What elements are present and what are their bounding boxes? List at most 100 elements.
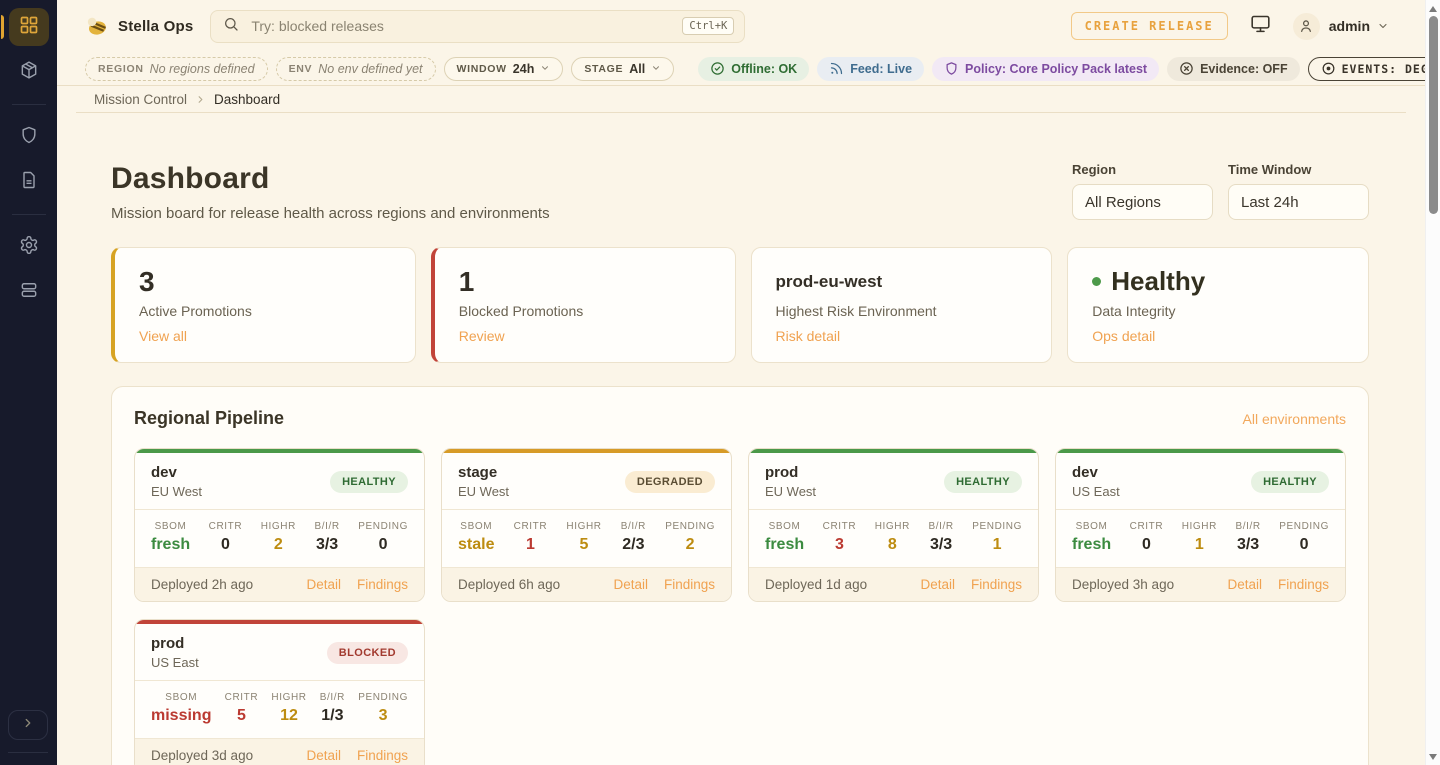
- metric-highr: HIGHR1: [1182, 521, 1217, 554]
- env-card-dev-eu-west: dev EU West HEALTHY SBOMfresh CRITR0 HIG…: [134, 448, 425, 602]
- search-placeholder: Try: blocked releases: [251, 18, 384, 34]
- env-metrics: SBOMfresh CRITR0 HIGHR1 B/I/R3/3 PENDING…: [1056, 509, 1345, 567]
- env-name: prod: [765, 464, 816, 481]
- metric-pending: PENDING1: [972, 521, 1022, 554]
- view-all-link[interactable]: View all: [139, 328, 187, 344]
- window-context-dropdown[interactable]: WINDOW 24h: [444, 57, 564, 81]
- healthy-dot-icon: [1092, 277, 1101, 286]
- policy-status-pill[interactable]: Policy: Core Policy Pack latest: [932, 57, 1159, 81]
- findings-link[interactable]: Findings: [357, 748, 408, 763]
- metric-critr: CRITR3: [823, 521, 857, 554]
- metric-pending: PENDING3: [358, 692, 408, 725]
- blocked-promotions-label: Blocked Promotions: [459, 303, 711, 319]
- findings-link[interactable]: Findings: [1278, 577, 1329, 592]
- time-window-filter: Time Window Last 24h: [1228, 162, 1369, 220]
- stats-row: 3 Active Promotions View all 1 Blocked P…: [111, 247, 1369, 363]
- detail-link[interactable]: Detail: [1227, 577, 1262, 592]
- sidebar-item-dashboard[interactable]: [9, 8, 49, 46]
- sidebar-item-settings[interactable]: [9, 228, 49, 266]
- feed-status-pill[interactable]: Feed: Live: [817, 57, 924, 81]
- dashboard-content: Dashboard Mission board for release heal…: [57, 113, 1425, 765]
- topbar: Stella Ops Try: blocked releases Ctrl+K …: [57, 0, 1425, 52]
- detail-link[interactable]: Detail: [613, 577, 648, 592]
- user-menu[interactable]: admin: [1293, 13, 1389, 40]
- search-shortcut-kbd: Ctrl+K: [682, 17, 734, 35]
- metric-bir: B/I/R2/3: [621, 521, 646, 554]
- sidebar-item-security[interactable]: [9, 118, 49, 156]
- deployed-text: Deployed 3d ago: [151, 748, 253, 763]
- env-region: EU West: [765, 484, 816, 499]
- scrollbar-thumb[interactable]: [1429, 16, 1438, 214]
- metric-highr: HIGHR2: [261, 521, 296, 554]
- active-promotions-label: Active Promotions: [139, 303, 391, 319]
- sidebar-item-releases[interactable]: [9, 53, 49, 91]
- monitor-icon: [1250, 13, 1271, 39]
- search-input[interactable]: Try: blocked releases Ctrl+K: [210, 10, 745, 43]
- env-region: EU West: [458, 484, 509, 499]
- detail-link[interactable]: Detail: [306, 577, 341, 592]
- page-scrollbar[interactable]: [1425, 0, 1440, 765]
- dot-circle-icon: [1321, 61, 1336, 76]
- deployed-text: Deployed 2h ago: [151, 577, 253, 592]
- bee-logo-icon: [83, 12, 111, 40]
- env-card-footer: Deployed 3d ago Detail Findings: [135, 738, 424, 765]
- sidebar-expand-button[interactable]: [8, 710, 48, 740]
- stat-card-blocked-promotions: 1 Blocked Promotions Review: [431, 247, 736, 363]
- findings-link[interactable]: Findings: [357, 577, 408, 592]
- env-title-block: prod EU West: [765, 464, 816, 499]
- risk-detail-link[interactable]: Risk detail: [776, 328, 841, 344]
- sidebar-divider: [8, 752, 48, 753]
- page-subtitle: Mission board for release health across …: [111, 205, 550, 222]
- detail-link[interactable]: Detail: [920, 577, 955, 592]
- chevron-right-icon: [195, 94, 206, 105]
- highest-risk-env-label: Highest Risk Environment: [776, 303, 1028, 319]
- sidebar-item-documents[interactable]: [9, 163, 49, 201]
- metric-sbom: SBOMfresh: [1072, 521, 1111, 554]
- metric-critr: CRITR1: [514, 521, 548, 554]
- scroll-down-arrow-icon[interactable]: [1429, 754, 1437, 760]
- detail-link[interactable]: Detail: [306, 748, 341, 763]
- review-link[interactable]: Review: [459, 328, 505, 344]
- env-context-pill[interactable]: ENV No env defined yet: [276, 57, 436, 81]
- env-context-label: ENV: [289, 63, 313, 75]
- scroll-up-arrow-icon[interactable]: [1429, 6, 1437, 12]
- sidebar-divider: [12, 104, 46, 105]
- stage-context-dropdown[interactable]: STAGE All: [571, 57, 674, 81]
- events-status-pill[interactable]: EVENTS: DEGRADED: [1308, 57, 1440, 81]
- env-metrics: SBOMstale CRITR1 HIGHR5 B/I/R2/3 PENDING…: [442, 509, 731, 567]
- app-title: Stella Ops: [118, 18, 193, 35]
- findings-link[interactable]: Findings: [664, 577, 715, 592]
- region-filter-select[interactable]: All Regions: [1072, 184, 1213, 220]
- rss-icon: [829, 61, 844, 76]
- create-release-button[interactable]: CREATE RELEASE: [1071, 12, 1228, 40]
- feed-status-text: Feed: Live: [850, 62, 912, 76]
- env-card-dev-us-east: dev US East HEALTHY SBOMfresh CRITR0 HIG…: [1055, 448, 1346, 602]
- evidence-status-pill[interactable]: Evidence: OFF: [1167, 57, 1300, 81]
- chevron-down-icon: [1377, 20, 1389, 32]
- breadcrumb-current: Dashboard: [214, 92, 280, 107]
- chevron-down-icon: [651, 62, 661, 76]
- sidebar-item-infrastructure[interactable]: [9, 273, 49, 311]
- env-card-footer: Deployed 6h ago Detail Findings: [442, 567, 731, 601]
- topbar-actions: CREATE RELEASE admin: [1071, 12, 1389, 40]
- region-context-pill[interactable]: REGION No regions defined: [85, 57, 268, 81]
- circle-x-icon: [1179, 61, 1194, 76]
- regional-pipeline-panel: Regional Pipeline All environments dev E…: [111, 386, 1369, 765]
- stage-context-value: All: [629, 62, 645, 76]
- all-environments-link[interactable]: All environments: [1243, 411, 1347, 427]
- metric-pending: PENDING0: [1279, 521, 1329, 554]
- deployed-text: Deployed 6h ago: [458, 577, 560, 592]
- region-context-value: No regions defined: [150, 62, 255, 76]
- environment-grid: dev EU West HEALTHY SBOMfresh CRITR0 HIG…: [134, 448, 1346, 765]
- window-context-label: WINDOW: [457, 63, 507, 75]
- findings-link[interactable]: Findings: [971, 577, 1022, 592]
- offline-status-pill[interactable]: Offline: OK: [698, 57, 809, 81]
- ops-detail-link[interactable]: Ops detail: [1092, 328, 1155, 344]
- display-mode-button[interactable]: [1250, 13, 1271, 39]
- time-window-filter-select[interactable]: Last 24h: [1228, 184, 1369, 220]
- metric-critr: CRITR0: [209, 521, 243, 554]
- breadcrumb-mission-control[interactable]: Mission Control: [94, 92, 187, 107]
- metric-bir: B/I/R3/3: [928, 521, 953, 554]
- env-card-header: prod EU West HEALTHY: [749, 453, 1038, 509]
- env-region: EU West: [151, 484, 202, 499]
